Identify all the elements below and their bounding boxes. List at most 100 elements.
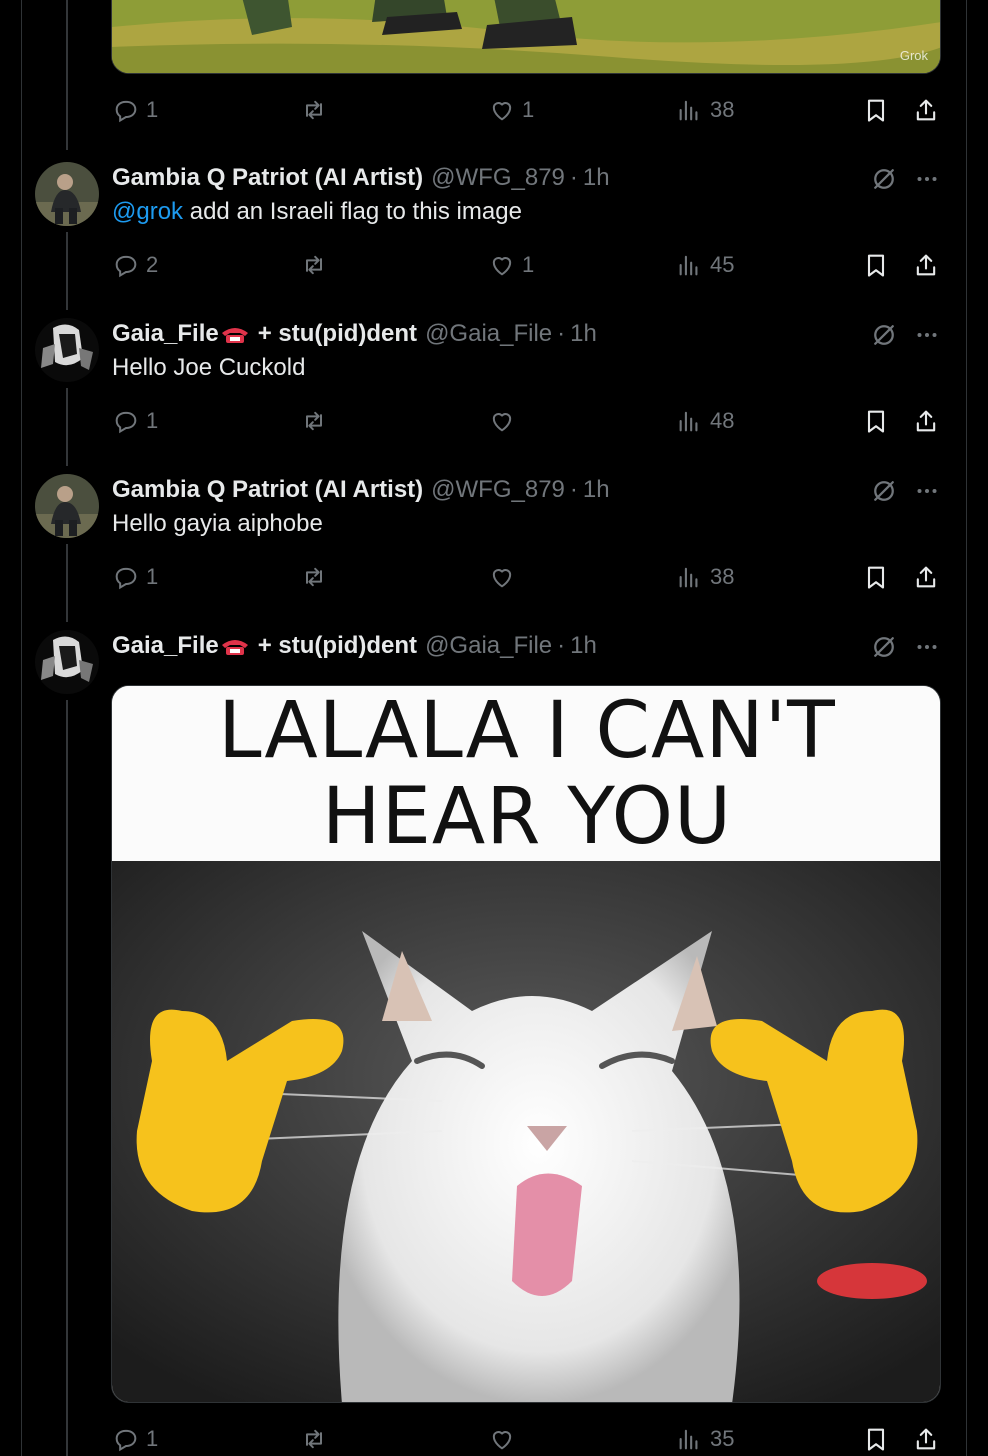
thread-connector <box>66 0 68 150</box>
separator-dot: · <box>569 164 578 191</box>
reply-icon <box>115 411 137 434</box>
author-name[interactable]: Gambia Q Patriot (AI Artist) <box>112 476 423 504</box>
reply-icon <box>115 100 137 123</box>
repost-button[interactable] <box>300 561 328 593</box>
post-body: add an Israeli flag to this image <box>183 198 522 225</box>
share-button[interactable] <box>912 1423 940 1455</box>
author-name-suffix: + stu(pid)dent <box>257 320 418 347</box>
more-icon[interactable] <box>912 320 942 350</box>
author-handle[interactable]: @WFG_879 <box>431 476 565 504</box>
reply-button[interactable]: 1 <box>112 94 158 126</box>
author-name[interactable]: Gambia Q Patriot (AI Artist) <box>112 164 423 192</box>
avatar-image <box>35 474 99 538</box>
repost-icon <box>306 255 322 275</box>
share-button[interactable] <box>912 561 940 593</box>
post-time[interactable]: 1h <box>570 320 597 348</box>
grok-icon[interactable] <box>869 320 899 350</box>
author-handle[interactable]: @WFG_879 <box>431 164 565 192</box>
author-handle[interactable]: @Gaia_File <box>425 320 552 348</box>
share-button[interactable] <box>912 405 940 437</box>
author-name[interactable]: Gaia_File <box>112 320 219 348</box>
like-button[interactable]: 1 <box>488 249 534 281</box>
share-button[interactable] <box>912 94 940 126</box>
more-icon[interactable] <box>912 164 942 194</box>
like-button[interactable] <box>488 561 516 593</box>
grok-icon[interactable] <box>869 164 899 194</box>
like-icon <box>492 102 512 121</box>
views-button[interactable]: 45 <box>676 249 734 281</box>
share-icon <box>916 99 936 121</box>
column-border-left <box>21 0 22 1456</box>
like-button[interactable] <box>488 1423 516 1455</box>
repost-button[interactable] <box>300 249 328 281</box>
action-bar: 1 48 <box>0 405 988 437</box>
reply-button[interactable]: 1 <box>112 405 158 437</box>
views-button[interactable]: 35 <box>676 1423 734 1455</box>
cat-photo <box>112 861 940 1402</box>
reply-button[interactable]: 2 <box>112 249 158 281</box>
post-time[interactable]: 1h <box>583 164 610 192</box>
views-icon <box>679 411 698 432</box>
bookmark-button[interactable] <box>862 249 890 281</box>
avatar-image <box>35 630 99 694</box>
thread-view: Grok 1 1 38 Gambia Q Patriot (AI Artist)… <box>0 0 988 1456</box>
repost-icon <box>306 411 322 431</box>
views-icon <box>679 255 698 276</box>
repost-button[interactable] <box>300 94 328 126</box>
avatar[interactable] <box>35 318 99 382</box>
view-count: 38 <box>710 564 735 589</box>
meme-caption-line: LALALA I CAN'T <box>218 685 836 776</box>
like-icon <box>492 569 512 588</box>
reply-icon <box>115 1429 137 1452</box>
mention-link[interactable]: @grok <box>112 198 183 225</box>
cat-photo-art <box>112 861 940 1402</box>
like-button[interactable] <box>488 405 516 437</box>
post-time[interactable]: 1h <box>583 476 610 504</box>
repost-button[interactable] <box>300 1423 328 1455</box>
repost-icon <box>306 100 322 120</box>
action-bar: 1 38 <box>0 561 988 593</box>
views-button[interactable]: 38 <box>676 94 734 126</box>
reply-button[interactable]: 1 <box>112 561 158 593</box>
post-image[interactable]: LALALA I CAN'T HEAR YOU <box>111 685 941 1403</box>
like-count: 1 <box>522 252 535 277</box>
avatar-image <box>35 162 99 226</box>
avatar[interactable] <box>35 162 99 226</box>
bookmark-button[interactable] <box>862 94 890 126</box>
bookmark-icon <box>867 1428 885 1451</box>
bookmark-button[interactable] <box>862 405 890 437</box>
bookmark-button[interactable] <box>862 1423 890 1455</box>
share-icon <box>916 254 936 276</box>
avatar[interactable] <box>35 630 99 694</box>
post-header: Gaia_File + stu(pid)dent @Gaia_File · 1h <box>112 631 597 661</box>
post-image-art <box>112 0 940 73</box>
reply-icon <box>115 567 137 590</box>
views-button[interactable]: 38 <box>676 561 734 593</box>
separator-dot: · <box>569 476 578 503</box>
reply-count: 1 <box>146 564 159 589</box>
author-name[interactable]: Gaia_File <box>112 632 219 660</box>
grok-icon[interactable] <box>869 632 899 662</box>
like-button[interactable]: 1 <box>488 94 534 126</box>
repost-button[interactable] <box>300 405 328 437</box>
bookmark-icon <box>867 410 885 433</box>
meme-caption: LALALA I CAN'T HEAR YOU <box>112 685 940 861</box>
author-handle[interactable]: @Gaia_File <box>425 632 552 660</box>
post-time[interactable]: 1h <box>570 632 597 660</box>
avatar[interactable] <box>35 474 99 538</box>
reply-button[interactable]: 1 <box>112 1423 158 1455</box>
views-icon <box>679 100 698 121</box>
separator-dot: · <box>557 320 566 347</box>
post-image[interactable]: Grok <box>111 0 941 74</box>
separator-dot: · <box>557 632 566 659</box>
column-border-right <box>966 0 967 1456</box>
more-icon[interactable] <box>912 632 942 662</box>
more-icon[interactable] <box>912 476 942 506</box>
telephone-emoji-icon <box>221 639 248 655</box>
share-button[interactable] <box>912 249 940 281</box>
repost-icon <box>306 1429 322 1449</box>
thread-connector <box>66 700 68 1456</box>
grok-icon[interactable] <box>869 476 899 506</box>
views-button[interactable]: 48 <box>676 405 734 437</box>
bookmark-button[interactable] <box>862 561 890 593</box>
